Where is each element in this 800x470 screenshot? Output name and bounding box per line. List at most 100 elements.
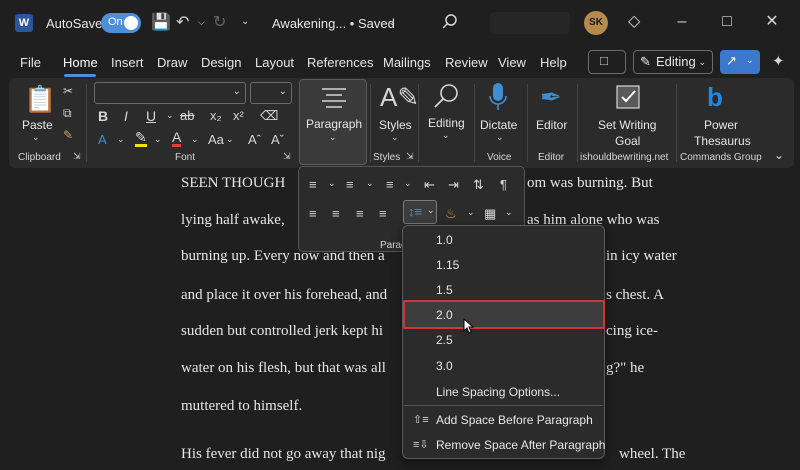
decrease-indent-icon[interactable]: ⇤ bbox=[424, 177, 435, 193]
align-center-icon[interactable]: ≡ bbox=[332, 206, 340, 221]
bullets-chevron-icon[interactable]: ⌄ bbox=[328, 178, 336, 189]
diamond-icon[interactable]: ◇ bbox=[628, 11, 640, 31]
align-right-icon[interactable]: ≡ bbox=[356, 206, 364, 221]
format-painter-icon[interactable]: ✎ bbox=[63, 128, 73, 142]
change-case-icon[interactable]: Aa bbox=[208, 132, 224, 147]
justify-icon[interactable]: ≡ bbox=[379, 206, 387, 221]
clear-formatting-icon[interactable]: ⌫ bbox=[260, 108, 278, 124]
tab-design[interactable]: Design bbox=[201, 55, 241, 70]
tab-view[interactable]: View bbox=[498, 55, 526, 70]
line-spacing-option-2-5[interactable]: 2.5 bbox=[436, 333, 453, 347]
change-case-chevron-icon[interactable]: ⌄ bbox=[226, 134, 234, 145]
autosave-toggle[interactable]: On bbox=[101, 13, 141, 33]
share-button[interactable]: ↗ ⌄ bbox=[720, 50, 760, 74]
tab-home[interactable]: Home bbox=[63, 55, 98, 70]
editing-chevron-icon[interactable]: ⌄ bbox=[442, 130, 450, 141]
shading-icon[interactable]: ♨ bbox=[445, 206, 457, 222]
tab-help[interactable]: Help bbox=[540, 55, 567, 70]
editing-mode-button[interactable]: ✎ Editing ⌄ bbox=[633, 50, 713, 74]
numbering-icon[interactable]: ≡ bbox=[346, 177, 354, 192]
shrink-font-icon[interactable]: Aˇ bbox=[271, 132, 284, 147]
writing-goal-icon[interactable] bbox=[614, 83, 642, 111]
redo-icon[interactable]: ↻ bbox=[213, 12, 226, 32]
set-writing-goal-label-1[interactable]: Set Writing bbox=[598, 118, 656, 132]
font-color-chevron-icon[interactable]: ⌄ bbox=[191, 134, 199, 145]
multilevel-list-icon[interactable]: ≡ bbox=[386, 177, 394, 192]
line-spacing-option-1-5[interactable]: 1.5 bbox=[436, 283, 453, 297]
title-chevron-down-icon[interactable]: ⌄ bbox=[388, 17, 396, 28]
microphone-icon[interactable] bbox=[487, 82, 509, 112]
grow-font-icon[interactable]: Aˆ bbox=[248, 132, 261, 147]
line-spacing-option-2-0[interactable]: 2.0 bbox=[436, 308, 453, 322]
cut-icon[interactable]: ✂ bbox=[63, 84, 73, 98]
document-title[interactable]: Awakening... • Saved bbox=[272, 16, 395, 31]
line-spacing-option-3-0[interactable]: 3.0 bbox=[436, 359, 453, 373]
copilot-icon[interactable]: ✦ bbox=[772, 52, 785, 70]
undo-icon[interactable]: ↶ bbox=[176, 12, 189, 32]
tab-references[interactable]: References bbox=[307, 55, 373, 70]
font-name-box[interactable]: ⌄ bbox=[94, 82, 246, 104]
numbering-chevron-icon[interactable]: ⌄ bbox=[366, 178, 374, 189]
paste-label[interactable]: Paste bbox=[22, 118, 53, 132]
line-spacing-options-link[interactable]: Line Spacing Options... bbox=[436, 385, 560, 399]
set-writing-goal-label-2[interactable]: Goal bbox=[615, 134, 640, 148]
styles-launcher-icon[interactable]: ⇲ bbox=[406, 151, 414, 162]
sort-icon[interactable]: ⇅ bbox=[473, 177, 484, 193]
text-effects-chevron-icon[interactable]: ⌄ bbox=[117, 134, 125, 145]
avatar[interactable]: SK bbox=[584, 11, 608, 35]
search-icon[interactable] bbox=[441, 13, 459, 31]
tab-draw[interactable]: Draw bbox=[157, 55, 187, 70]
subscript-icon[interactable]: x₂ bbox=[210, 108, 222, 123]
italic-icon[interactable]: I bbox=[124, 108, 128, 124]
increase-indent-icon[interactable]: ⇥ bbox=[448, 177, 459, 193]
add-space-before-item[interactable]: Add Space Before Paragraph bbox=[436, 413, 593, 427]
power-thesaurus-label-1[interactable]: Power bbox=[704, 118, 738, 132]
text-effects-icon[interactable]: A bbox=[98, 132, 107, 147]
borders-icon[interactable]: ▦ bbox=[484, 206, 496, 222]
tab-review[interactable]: Review bbox=[445, 55, 488, 70]
close-button[interactable]: ✕ bbox=[760, 10, 784, 34]
editor-pen-icon[interactable]: ✒ bbox=[540, 82, 562, 113]
dictate-chevron-icon[interactable]: ⌄ bbox=[496, 132, 504, 143]
paragraph-button[interactable]: Paragraph ⌄ bbox=[299, 79, 367, 165]
dictate-label[interactable]: Dictate bbox=[480, 118, 517, 132]
font-size-box[interactable]: ⌄ bbox=[250, 82, 292, 104]
save-icon[interactable]: 💾 bbox=[151, 12, 171, 32]
ribbon-collapse-chevron-icon[interactable]: ⌄ bbox=[774, 148, 784, 162]
maximize-button[interactable]: □ bbox=[715, 10, 739, 34]
pilcrow-icon[interactable]: ¶ bbox=[500, 177, 507, 192]
tab-layout[interactable]: Layout bbox=[255, 55, 294, 70]
highlight-icon[interactable]: ✎ bbox=[135, 130, 147, 147]
customize-toolbar-icon[interactable]: ⌄ bbox=[241, 16, 249, 27]
line-spacing-option-1-15[interactable]: 1.15 bbox=[436, 258, 459, 272]
styles-label[interactable]: Styles bbox=[379, 118, 412, 132]
tab-mailings[interactable]: Mailings bbox=[383, 55, 431, 70]
clipboard-launcher-icon[interactable]: ⇲ bbox=[73, 151, 81, 162]
tab-insert[interactable]: Insert bbox=[111, 55, 144, 70]
find-magnifier-icon[interactable] bbox=[432, 82, 460, 110]
borders-chevron-icon[interactable]: ⌄ bbox=[505, 207, 513, 218]
comments-button[interactable]: □ bbox=[588, 50, 626, 74]
font-color-icon[interactable]: A bbox=[172, 130, 182, 147]
remove-space-after-item[interactable]: Remove Space After Paragraph bbox=[436, 438, 605, 452]
undo-dropdown-icon[interactable]: ⌵ bbox=[198, 17, 205, 28]
superscript-icon[interactable]: x² bbox=[233, 108, 244, 123]
bold-icon[interactable]: B bbox=[98, 108, 108, 124]
shading-chevron-icon[interactable]: ⌄ bbox=[467, 207, 475, 218]
line-spacing-button[interactable]: ↕≡ ⌄ bbox=[403, 200, 437, 224]
strikethrough-icon[interactable]: ab bbox=[180, 108, 194, 123]
font-launcher-icon[interactable]: ⇲ bbox=[283, 151, 291, 162]
copy-icon[interactable]: ⧉ bbox=[63, 106, 72, 121]
paste-chevron-icon[interactable]: ⌄ bbox=[32, 132, 40, 143]
paste-icon[interactable]: 📋 bbox=[24, 84, 56, 115]
bullets-icon[interactable]: ≡ bbox=[309, 177, 317, 192]
highlight-chevron-icon[interactable]: ⌄ bbox=[154, 134, 162, 145]
power-thesaurus-icon[interactable]: b bbox=[707, 82, 723, 113]
editing-label[interactable]: Editing bbox=[428, 116, 465, 130]
tab-file[interactable]: File bbox=[20, 55, 41, 70]
line-spacing-option-1-0[interactable]: 1.0 bbox=[436, 233, 453, 247]
underline-icon[interactable]: U bbox=[146, 108, 156, 124]
multilevel-chevron-icon[interactable]: ⌄ bbox=[404, 178, 412, 189]
styles-chevron-icon[interactable]: ⌄ bbox=[391, 132, 399, 143]
power-thesaurus-label-2[interactable]: Thesaurus bbox=[694, 134, 751, 148]
